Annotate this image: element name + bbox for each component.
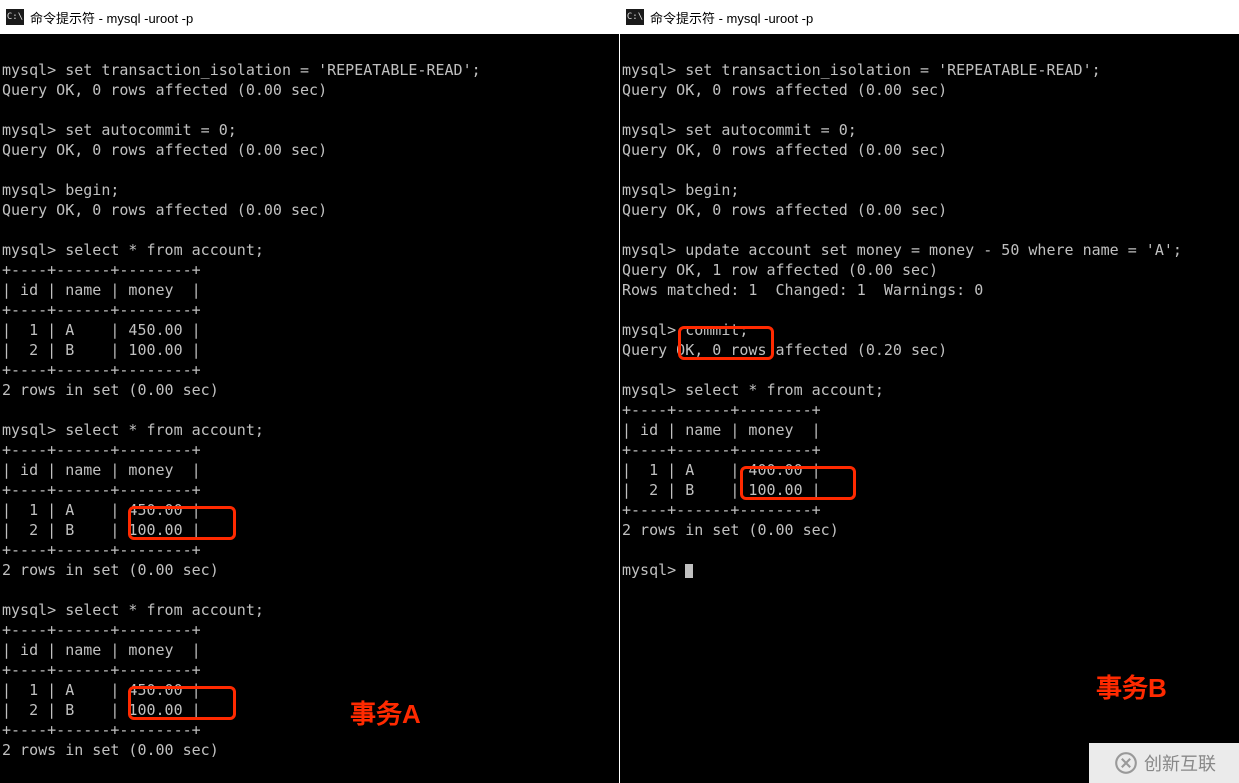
term-line: +----+------+--------+ <box>2 261 201 279</box>
term-line: mysql> set autocommit = 0; <box>622 121 857 139</box>
term-line: +----+------+--------+ <box>2 621 201 639</box>
term-line: mysql> set transaction_isolation = 'REPE… <box>2 61 481 79</box>
titlebar-b[interactable]: C:\ 命令提示符 - mysql -uroot -p <box>620 0 1239 34</box>
term-line: mysql> set transaction_isolation = 'REPE… <box>622 61 1101 79</box>
term-line: mysql> update account set money = money … <box>622 241 1182 259</box>
term-line: mysql> set autocommit = 0; <box>2 121 237 139</box>
highlight-450-third <box>128 686 236 720</box>
term-line: | id | name | money | <box>2 281 201 299</box>
cursor-icon <box>685 564 693 578</box>
term-line: mysql> begin; <box>622 181 739 199</box>
term-line: +----+------+--------+ <box>622 441 821 459</box>
transaction-a-label: 事务A <box>350 704 421 724</box>
term-line: Query OK, 0 rows affected (0.00 sec) <box>2 81 327 99</box>
term-line: +----+------+--------+ <box>622 401 821 419</box>
cmd-icon: C:\ <box>626 9 644 25</box>
term-line: Query OK, 0 rows affected (0.00 sec) <box>622 81 947 99</box>
split-view: C:\ 命令提示符 - mysql -uroot -p mysql> set t… <box>0 0 1239 783</box>
watermark-text: 创新互联 <box>1144 750 1216 776</box>
term-line: mysql> select * from account; <box>2 421 264 439</box>
term-line: | id | name | money | <box>2 641 201 659</box>
term-line: mysql> begin; <box>2 181 119 199</box>
terminal-output-b[interactable]: mysql> set transaction_isolation = 'REPE… <box>620 34 1239 783</box>
term-line: +----+------+--------+ <box>2 361 201 379</box>
term-line: +----+------+--------+ <box>2 481 201 499</box>
window-title: 命令提示符 - mysql -uroot -p <box>30 8 193 27</box>
watermark: 创新互联 <box>1089 743 1239 783</box>
terminal-output-a[interactable]: mysql> set transaction_isolation = 'REPE… <box>0 34 619 783</box>
term-line: Query OK, 0 rows affected (0.00 sec) <box>2 141 327 159</box>
cmd-icon: C:\ <box>6 9 24 25</box>
term-line: +----+------+--------+ <box>2 541 201 559</box>
term-line: | id | name | money | <box>622 421 821 439</box>
titlebar-a[interactable]: C:\ 命令提示符 - mysql -uroot -p <box>0 0 619 34</box>
term-line: 2 rows in set (0.00 sec) <box>622 521 839 539</box>
term-line: +----+------+--------+ <box>2 301 201 319</box>
term-line: Query OK, 1 row affected (0.00 sec) <box>622 261 938 279</box>
term-line: +----+------+--------+ <box>2 661 201 679</box>
term-line: Query OK, 0 rows affected (0.00 sec) <box>622 141 947 159</box>
window-title: 命令提示符 - mysql -uroot -p <box>650 8 813 27</box>
term-line: 2 rows in set (0.00 sec) <box>2 381 219 399</box>
logo-icon <box>1112 749 1140 777</box>
term-line: mysql> <box>622 561 685 579</box>
highlight-400 <box>740 466 856 500</box>
term-line: mysql> select * from account; <box>622 381 884 399</box>
term-line: 2 rows in set (0.00 sec) <box>2 741 219 759</box>
terminal-pane-b: C:\ 命令提示符 - mysql -uroot -p mysql> set t… <box>620 0 1239 783</box>
term-line: Query OK, 0 rows affected (0.00 sec) <box>2 201 327 219</box>
term-line: mysql> select * from account; <box>2 241 264 259</box>
term-line: | 1 | A | 450.00 | <box>2 321 201 339</box>
term-line: Rows matched: 1 Changed: 1 Warnings: 0 <box>622 281 983 299</box>
term-line: mysql> select * from account; <box>2 601 264 619</box>
bottom-black-bar <box>1089 721 1239 743</box>
term-line: +----+------+--------+ <box>622 501 821 519</box>
term-line: | id | name | money | <box>2 461 201 479</box>
term-line: Query OK, 0 rows affected (0.20 sec) <box>622 341 947 359</box>
term-line: +----+------+--------+ <box>2 441 201 459</box>
term-line: +----+------+--------+ <box>2 721 201 739</box>
transaction-b-label: 事务B <box>1096 678 1167 698</box>
term-line: Query OK, 0 rows affected (0.00 sec) <box>622 201 947 219</box>
term-line: | 2 | B | 100.00 | <box>2 341 201 359</box>
highlight-450-second <box>128 506 236 540</box>
terminal-pane-a: C:\ 命令提示符 - mysql -uroot -p mysql> set t… <box>0 0 620 783</box>
term-line: 2 rows in set (0.00 sec) <box>2 561 219 579</box>
highlight-commit <box>678 326 774 360</box>
